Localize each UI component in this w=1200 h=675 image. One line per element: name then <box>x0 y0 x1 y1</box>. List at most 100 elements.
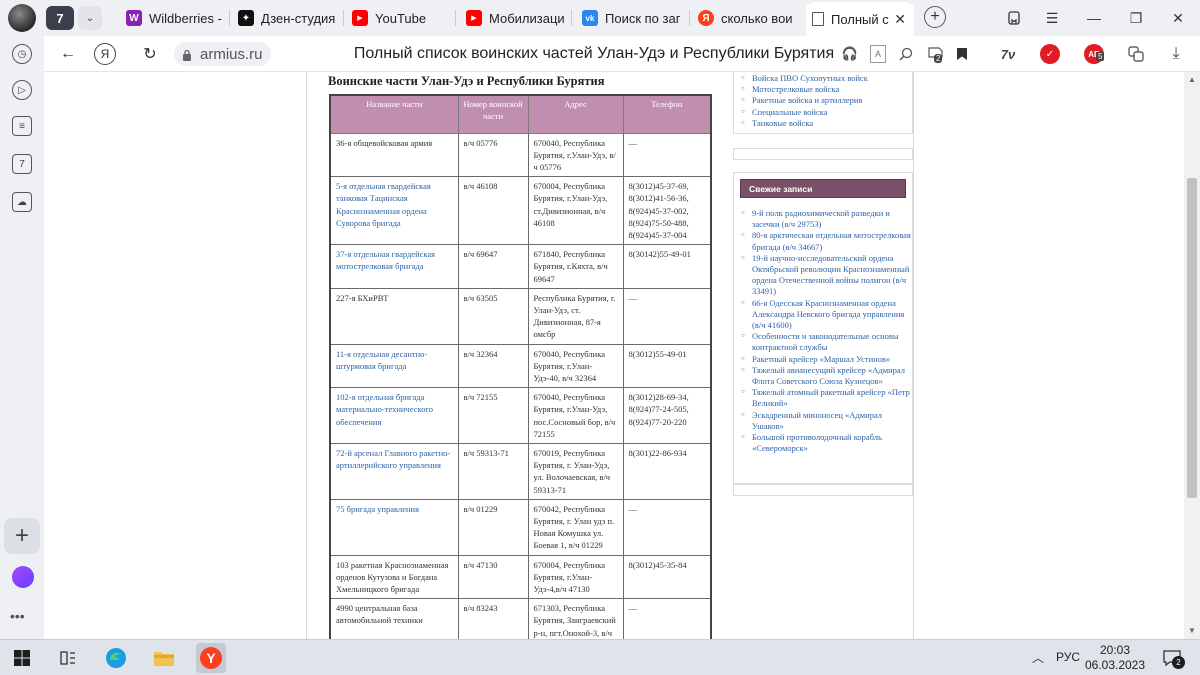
play-icon[interactable]: ▷ <box>12 80 32 100</box>
page-scrollbar[interactable]: ▲ ▼ <box>1184 72 1200 639</box>
task-view-icon[interactable] <box>56 646 80 670</box>
translate-icon[interactable] <box>1126 44 1146 64</box>
scroll-thumb[interactable] <box>1187 178 1197 498</box>
history-clock-icon[interactable]: ◷ <box>12 44 32 64</box>
clock[interactable]: 20:03 06.03.2023 <box>1080 643 1150 673</box>
units-table: Название части Номер воинской части Адре… <box>329 94 712 639</box>
scroll-down-arrow-icon[interactable]: ▼ <box>1188 626 1196 635</box>
unit-name-cell: 36-я общевойсковая армия <box>329 132 459 178</box>
unit-name-cell[interactable]: 37-я отдельная гвардейская мотострелкова… <box>329 244 459 289</box>
tab-label: сколько вои <box>721 10 793 26</box>
collections-icon[interactable] <box>1004 8 1024 28</box>
back-arrow-icon[interactable]: ← <box>56 42 80 66</box>
table-row: 11-я отдельная десантно-штурмовая бригад… <box>329 343 712 389</box>
unit-phone-cell: 8(3012)55-49-01 <box>622 343 712 389</box>
scroll-up-arrow-icon[interactable]: ▲ <box>1188 75 1196 84</box>
unit-name-cell[interactable]: 72-й арсенал Главного ракетно-артиллерий… <box>329 442 459 500</box>
more-dots-icon[interactable]: ••• <box>10 608 25 624</box>
recent-post-link[interactable]: Эскадренный миноносец «Адмирал Ушаков» <box>734 410 912 432</box>
table-row: 72-й арсенал Главного ракетно-артиллерий… <box>329 442 712 500</box>
unit-phone-cell: — <box>622 598 712 639</box>
youtube-icon: ▶ <box>466 10 482 26</box>
recent-post-link[interactable]: Большой противолодочный корабль «Севером… <box>734 432 912 454</box>
column-header: Адрес <box>527 94 624 134</box>
widget-troops-list: Войска ПВО Сухопутных войск Мотострелков… <box>733 72 913 134</box>
recent-post-link[interactable]: Тяжелый авианесущий крейсер «Адмирал Фло… <box>734 365 912 387</box>
feed-icon[interactable]: ≡ <box>12 116 32 136</box>
search-icon[interactable] <box>896 44 916 64</box>
recent-post-link[interactable]: Особенности и законодательные основы кон… <box>734 331 912 353</box>
windows-start-icon[interactable] <box>10 646 34 670</box>
list-item[interactable]: Специальные войска <box>734 107 912 118</box>
tab-vk-search[interactable]: vk Поиск по заг <box>576 4 690 32</box>
menu-icon[interactable]: ☰ <box>1042 8 1062 28</box>
unit-phone-cell: — <box>622 287 712 345</box>
tab-list-chevron-icon[interactable]: ⌄ <box>78 6 102 30</box>
page-viewport: Воинские части Улан-Удэ и Республики Бур… <box>44 72 1184 639</box>
antivirus-icon[interactable]: ✓ <box>1040 44 1060 64</box>
restore-icon[interactable]: ❐ <box>1126 8 1146 28</box>
new-tab-button[interactable]: + <box>924 6 946 28</box>
tab-youtube[interactable]: ▶ YouTube <box>346 4 456 32</box>
url-field[interactable]: armius.ru <box>174 42 271 66</box>
tray-chevron-up-icon[interactable]: ︿ <box>1032 649 1044 666</box>
list-item[interactable]: Мотострелковые войска <box>734 84 912 95</box>
recent-post-link[interactable]: Ракетный крейсер «Маршал Устинов» <box>734 354 912 365</box>
table-header-row: Название части Номер воинской части Адре… <box>329 94 712 134</box>
file-explorer-icon[interactable] <box>152 646 176 670</box>
recent-post-link[interactable]: 9-й полк радиохимической разведки и засе… <box>734 208 912 230</box>
list-item[interactable]: Танковые войска <box>734 118 912 129</box>
reader-mode-icon[interactable]: A <box>870 45 886 63</box>
tab-counter-button[interactable]: 7 <box>46 6 74 30</box>
clock-date: 06.03.2023 <box>1084 658 1146 672</box>
list-item[interactable]: Войска ПВО Сухопутных войск <box>734 73 912 84</box>
unit-name-cell[interactable]: 75 бригада управления <box>329 498 459 556</box>
protect-badge-icon[interactable]: 2 <box>926 44 946 64</box>
url-text: armius.ru <box>200 45 263 63</box>
recent-post-link[interactable]: 19-й научно-исследовательский ордена Окт… <box>734 253 912 298</box>
edge-browser-icon[interactable] <box>104 646 128 670</box>
recent-post-link[interactable]: 66-я Одесская Краснознаменная ордена Але… <box>734 298 912 332</box>
notifications-icon[interactable]: 2 <box>1160 646 1185 670</box>
tab-label: YouTube <box>375 10 427 26</box>
yandex-icon: Я <box>698 10 714 26</box>
unit-number-cell: в/ч 72155 <box>457 387 529 444</box>
close-window-icon[interactable]: ✕ <box>1168 8 1188 28</box>
minimize-icon[interactable]: — <box>1084 8 1104 28</box>
column-header: Телефон <box>622 94 712 134</box>
close-tab-icon[interactable]: ✕ <box>894 11 906 28</box>
table-row: 37-я отдельная гвардейская мотострелкова… <box>329 244 712 289</box>
recent-post-link[interactable]: 80-я арктическая отдельная мотострелкова… <box>734 230 912 252</box>
browser-sidebar: ◷ ▷ ≡ 7 ☁ + ••• <box>0 36 44 639</box>
profile-avatar[interactable] <box>8 4 36 32</box>
language-indicator[interactable]: РУС <box>1056 650 1080 664</box>
tabs-counter-icon[interactable]: 7 <box>12 154 32 174</box>
unit-phone-cell: 8(3012)45-37-69, 8(3012)41-56-36, 8(924)… <box>622 176 712 246</box>
unit-number-cell: в/ч 47130 <box>457 554 529 600</box>
cloud-sync-icon[interactable]: ☁ <box>12 192 32 212</box>
tab-dzen-studio[interactable]: ✦ Дзен-студия <box>232 4 344 32</box>
widget-empty <box>733 484 913 496</box>
unit-name-cell[interactable]: 11-я отдельная десантно-штурмовая бригад… <box>329 343 459 389</box>
tab-active-page[interactable]: Полный с ✕ <box>806 2 914 36</box>
yandex-home-icon[interactable]: Я <box>94 43 116 65</box>
add-sidebar-item-button[interactable]: + <box>4 518 40 554</box>
reload-icon[interactable]: ↻ <box>138 42 162 66</box>
table-row: 227-я БХиРВТ в/ч 63505 Республика Бурятия,… <box>329 287 712 345</box>
list-item[interactable]: Ракетные войска и артиллерия <box>734 95 912 106</box>
download-icon[interactable]: ⤓ <box>1166 44 1186 64</box>
unit-name-cell[interactable]: 102-я отдельная бригада материально-техн… <box>329 387 459 444</box>
tab-wildberries[interactable]: W Wildberries - <box>120 4 230 32</box>
headphones-icon[interactable]: 🎧 <box>840 44 860 64</box>
recent-post-link[interactable]: Тяжелый атомный ракетный крейсер «Петр В… <box>734 387 912 409</box>
yandex-browser-taskbar-icon[interactable]: Y <box>196 643 226 673</box>
extension-7-icon[interactable]: 7ν <box>998 44 1018 64</box>
alice-assistant-icon[interactable] <box>12 566 34 588</box>
svg-text:Y: Y <box>206 650 216 666</box>
tab-yandex-search[interactable]: Я сколько вои <box>692 4 804 32</box>
tab-mobilization[interactable]: ▶ Мобилизаци <box>460 4 572 32</box>
adblock-badge: 5 <box>1096 52 1105 61</box>
bookmark-icon[interactable] <box>952 44 972 64</box>
unit-address-cell: 670040, Республика Бурятия, г.Улан-Удэ, … <box>527 132 624 178</box>
unit-name-cell[interactable]: 5-я отдельная гвардейская танковая Тацин… <box>329 176 459 246</box>
